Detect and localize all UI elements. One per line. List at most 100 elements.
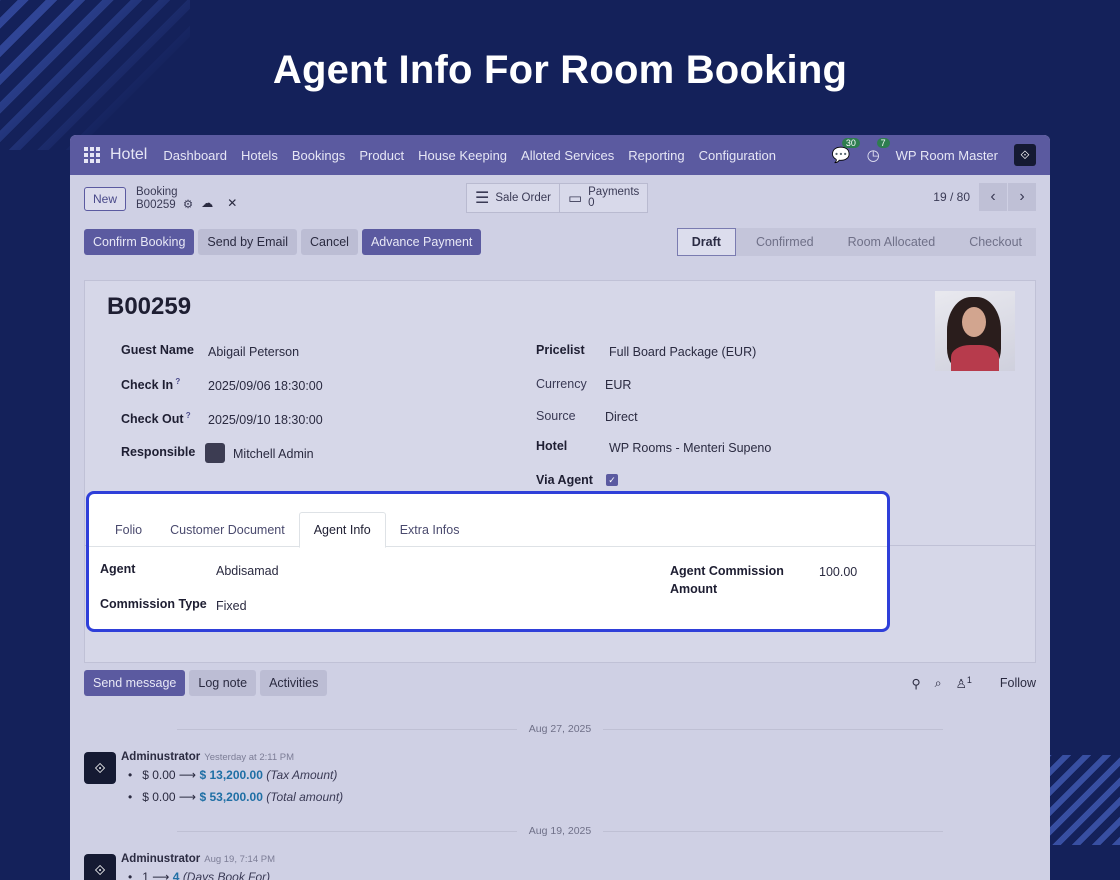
check-out-label: Check Out ? [121,411,191,427]
currency-label: Currency [536,377,587,391]
guest-photo[interactable] [935,291,1015,371]
cloud-save-icon[interactable]: ☁ [201,196,213,210]
date-separator: Aug 19, 2025 [160,825,960,837]
sale-order-label: Sale Order [495,192,551,204]
hotel-field[interactable]: WP Rooms - Menteri Supeno [609,441,771,455]
agent-info-highlight: Folio Customer Document Agent Info Extra… [86,491,890,632]
confirm-booking-button[interactable]: Confirm Booking [84,229,195,255]
nav-alloted-services[interactable]: Alloted Services [521,148,614,163]
log-note-button[interactable]: Log note [189,670,257,696]
chatter-toolbar: ⚲ ⌕ ♙1 Follow [911,675,1036,691]
responsible-avatar [205,443,225,463]
send-message-button[interactable]: Send message [84,670,186,696]
currency-field[interactable]: EUR [605,378,631,392]
notebook-tabs: Folio Customer Document Agent Info Extra… [89,512,887,548]
send-by-email-button[interactable]: Send by Email [198,229,298,255]
via-agent-label: Via Agent [536,473,593,487]
pager-value[interactable]: 19 / 80 [933,190,970,204]
commission-type-label: Commission Type [100,597,207,611]
payments-button[interactable]: ▭ Payments 0 [559,183,649,213]
breadcrumb-current: B00259 [136,199,176,211]
tab-customer-document[interactable]: Customer Document [156,512,299,547]
followers-button[interactable]: ♙1 [956,675,972,691]
source-field[interactable]: Direct [605,410,638,424]
nav-house-keeping[interactable]: House Keeping [418,148,507,163]
status-pipeline: Draft Confirmed Room Allocated Checkout [676,228,1036,256]
tracking-line: • 1 ⟶ 4 (Days Book For) [128,870,270,880]
breadcrumb: Booking B00259 ⚙ [136,186,193,212]
activities-button[interactable]: Activities [260,670,328,696]
nav-dashboard[interactable]: Dashboard [163,148,227,163]
author-avatar[interactable]: ⟐ [84,752,116,784]
tracking-line: • $ 0.00 ⟶ $ 13,200.00 (Tax Amount) [128,768,338,782]
cancel-button[interactable]: Cancel [301,229,358,255]
follow-button[interactable]: Follow [1000,676,1036,690]
check-out-field[interactable]: 2025/09/10 18:30:00 [208,413,323,427]
record-title: B00259 [107,293,192,320]
arrow-right-icon: ⟶ [178,768,197,782]
agent-field[interactable]: Abdisamad [216,564,279,578]
stage-confirmed[interactable]: Confirmed [735,228,828,256]
sale-order-button[interactable]: ☰ Sale Order [466,183,560,213]
message-time: Aug 19, 7:14 PM [204,854,276,865]
company-switcher[interactable]: WP Room Master [896,148,998,163]
chatter-actions: Send message Log note Activities [84,670,328,696]
guest-name-label: Guest Name [121,343,194,357]
paperclip-icon[interactable]: ⌕ [935,676,942,691]
new-button[interactable]: New [84,187,127,211]
advance-payment-button[interactable]: Advance Payment [361,229,482,255]
hero-title: Agent Info For Room Booking [272,48,848,92]
stage-draft[interactable]: Draft [676,228,736,256]
form-statusbar: Confirm Booking Send by Email Cancel Adv… [70,223,1050,261]
payments-count: 0 [588,197,595,209]
arrow-right-icon: ⟶ [178,790,197,804]
chat-icon: 💬 [831,147,851,164]
search-icon[interactable]: ⚲ [911,676,920,691]
message-time: Yesterday at 2:11 PM [204,752,295,763]
agent-label: Agent [100,562,136,576]
app-brand[interactable]: Hotel [110,146,147,164]
agent-commission-amount-label: Agent Commission Amount [670,564,784,596]
help-icon[interactable]: ? [173,377,180,386]
check-in-label: Check In ? [121,377,181,393]
nav-bookings[interactable]: Bookings [292,148,345,163]
responsible-label: Responsible [121,445,196,459]
tab-agent-info[interactable]: Agent Info [298,512,386,548]
via-agent-checkbox[interactable]: ✓ [606,474,618,486]
gear-icon[interactable]: ⚙ [183,199,193,211]
arrow-right-icon: ⟶ [152,870,170,880]
messages-count-badge: 30 [841,138,860,148]
check-in-field[interactable]: 2025/09/06 18:30:00 [208,379,323,393]
activities-count-badge: 7 [876,138,890,148]
responsible-field[interactable]: Mitchell Admin [233,447,314,461]
pager-next-button[interactable]: › [1008,183,1036,211]
user-avatar[interactable]: ⟐ [1014,144,1036,166]
message-author[interactable]: Adminustrator Aug 19, 7:14 PM [121,853,275,865]
decorative-stripes-bottom-right [1045,755,1120,845]
credit-card-icon: ▭ [567,190,583,207]
author-avatar[interactable]: ⟐ [84,854,116,880]
nav-hotels[interactable]: Hotels [241,148,278,163]
nav-reporting[interactable]: Reporting [628,148,684,163]
help-icon[interactable]: ? [184,411,191,420]
message-author[interactable]: Adminustrator Yesterday at 2:11 PM [121,751,294,763]
breadcrumb-parent[interactable]: Booking [136,186,193,199]
guest-name-field[interactable]: Abigail Peterson [208,345,299,359]
apps-menu-icon[interactable] [84,147,100,163]
agent-commission-amount-field[interactable]: 100.00 [819,565,857,579]
commission-type-field[interactable]: Fixed [216,599,247,613]
pricelist-field[interactable]: Full Board Package (EUR) [609,345,756,359]
tracking-line: • $ 0.00 ⟶ $ 53,200.00 (Total amount) [128,790,344,804]
followers-count: 1 [966,675,972,685]
payments-label: Payments [588,186,640,198]
messages-button[interactable]: 💬 30 [831,138,860,164]
pager-previous-button[interactable]: ‹ [979,183,1007,211]
tab-folio[interactable]: Folio [101,512,156,547]
discard-icon[interactable]: ✕ [227,196,237,210]
stage-checkout[interactable]: Checkout [949,228,1036,256]
stage-room-allocated[interactable]: Room Allocated [827,228,950,256]
nav-product[interactable]: Product [359,148,404,163]
activities-button[interactable]: ◷ 7 [867,138,890,164]
tab-extra-infos[interactable]: Extra Infos [386,512,474,547]
nav-configuration[interactable]: Configuration [699,148,776,163]
